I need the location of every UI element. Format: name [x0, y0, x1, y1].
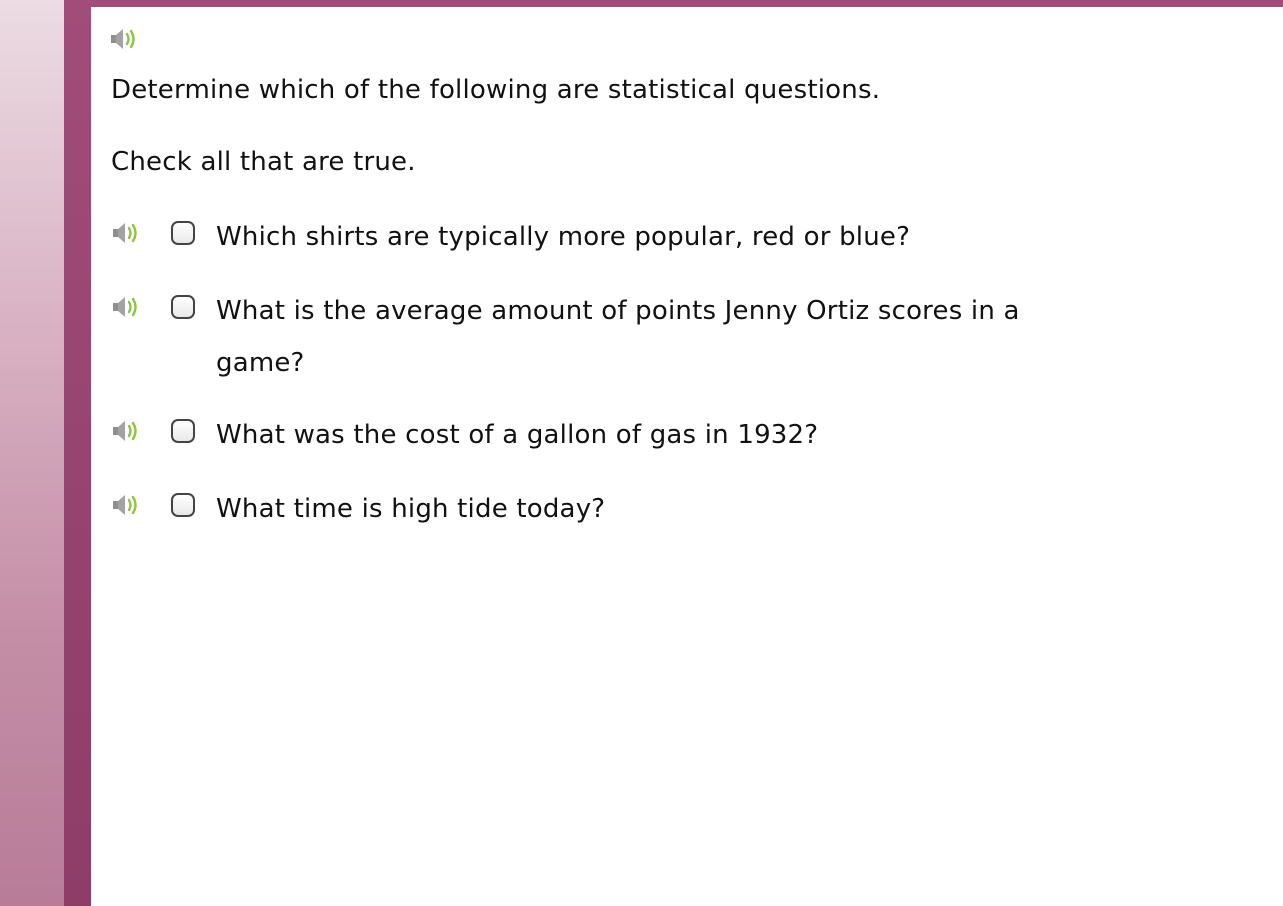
speaker-icon[interactable]: [111, 492, 145, 518]
speaker-icon[interactable]: [111, 294, 145, 320]
option-checkbox[interactable]: [171, 221, 195, 245]
frame-border-left: [64, 0, 91, 906]
page-background: [0, 0, 64, 906]
option-checkbox[interactable]: [171, 493, 195, 517]
frame-border-top: [64, 0, 1283, 7]
speaker-icon[interactable]: [109, 26, 143, 52]
question-panel: Determine which of the following are sta…: [91, 7, 1283, 906]
question-sub-instruction: Check all that are true.: [111, 147, 416, 177]
option-label[interactable]: Which shirts are typically more popular,…: [216, 211, 1096, 263]
option-label[interactable]: What time is high tide today?: [216, 483, 1096, 535]
option-label[interactable]: What is the average amount of points Jen…: [216, 285, 1096, 389]
speaker-icon[interactable]: [111, 220, 145, 246]
option-checkbox[interactable]: [171, 295, 195, 319]
option-label[interactable]: What was the cost of a gallon of gas in …: [216, 409, 1096, 461]
option-checkbox[interactable]: [171, 419, 195, 443]
speaker-icon[interactable]: [111, 418, 145, 444]
question-instruction: Determine which of the following are sta…: [111, 75, 881, 105]
